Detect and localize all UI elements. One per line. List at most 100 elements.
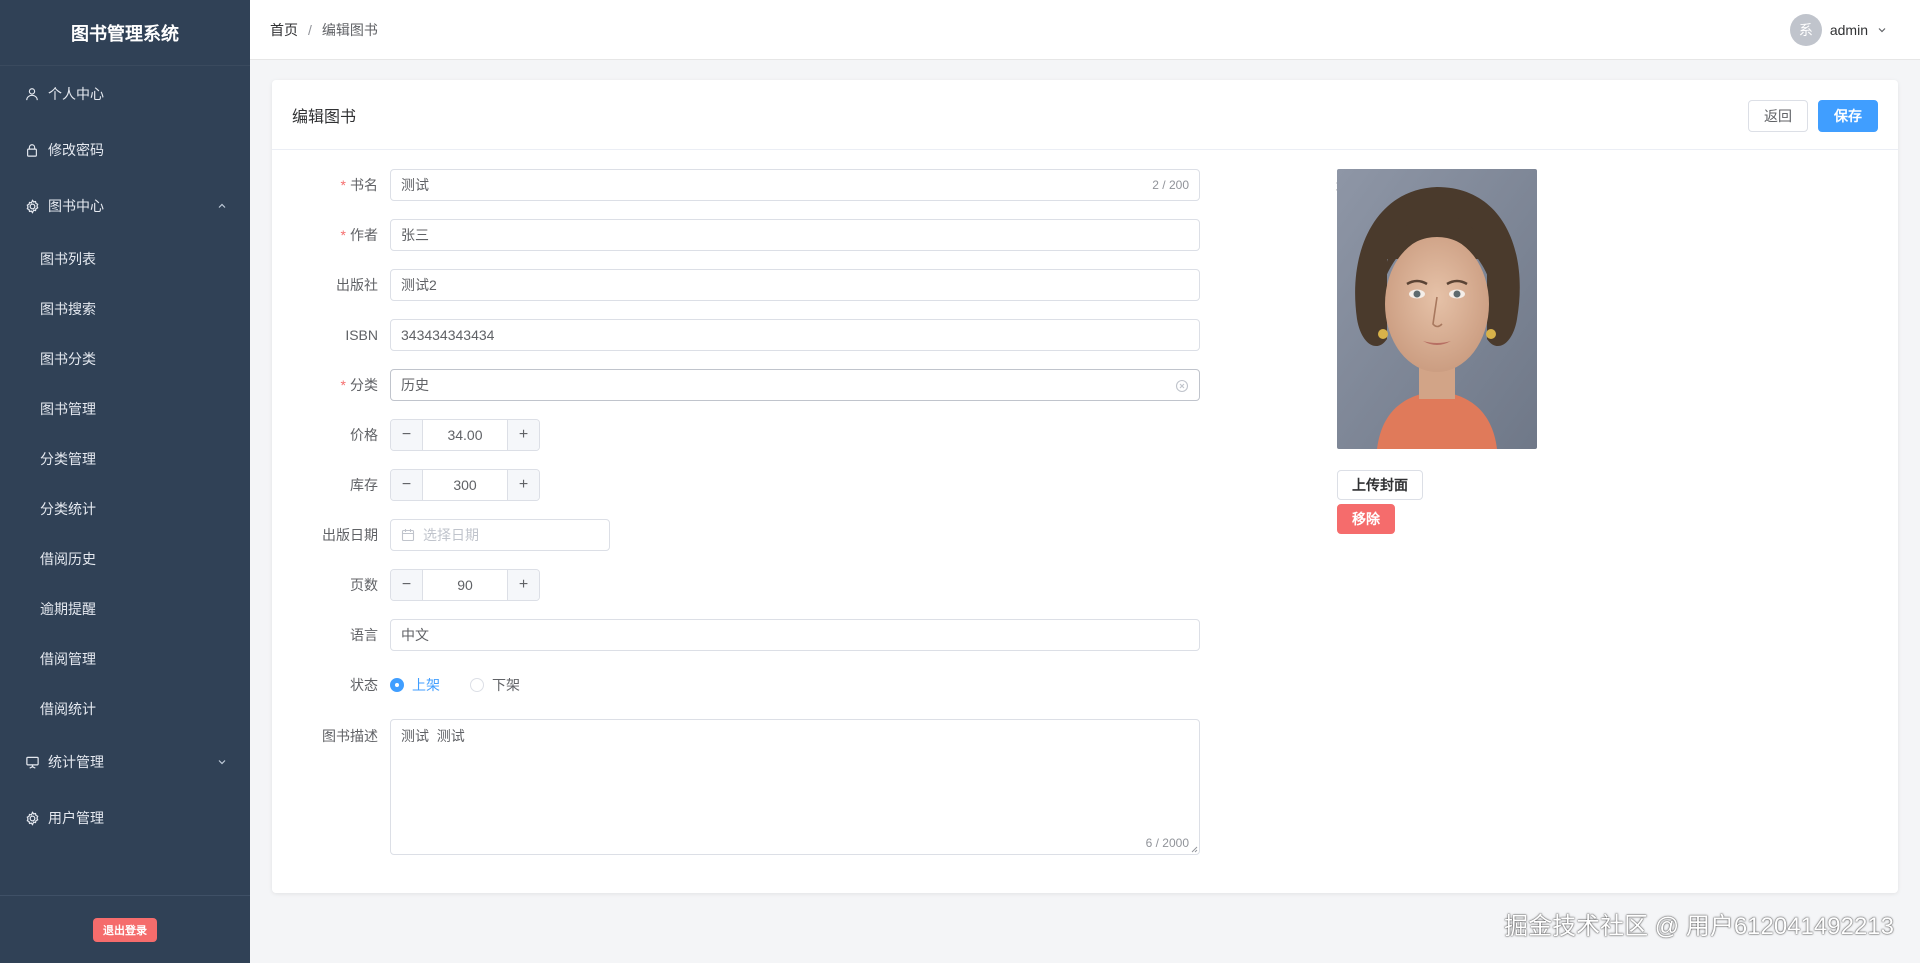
app-title: 图书管理系统 <box>0 0 250 66</box>
avatar: 系 <box>1789 14 1822 46</box>
decrement-button[interactable]: − <box>391 570 423 600</box>
form-row-author: * 作者 张三 <box>272 219 1200 251</box>
language-label: 语言 <box>350 627 378 643</box>
isbn-value: 343434343434 <box>401 327 495 343</box>
price-value[interactable]: 34.00 <box>423 420 507 450</box>
sidebar-item-label: 个人中心 <box>48 86 104 102</box>
sidebar-item-borrow-stats[interactable]: 借阅统计 <box>0 684 250 734</box>
sidebar-menu: 个人中心 修改密码 图书中心 图书列表 图书搜索 图书分类 图书管理 分类管理 … <box>0 66 250 846</box>
sidebar-item-change-password[interactable]: 修改密码 <box>0 122 250 178</box>
upload-cover-button[interactable]: 上传封面 <box>1337 470 1423 500</box>
status-label: 状态 <box>350 677 378 693</box>
description-value: 测试 测试 <box>401 728 465 744</box>
chevron-down-icon <box>218 760 226 765</box>
isbn-input[interactable]: 343434343434 <box>390 319 1200 351</box>
stock-value[interactable]: 300 <box>423 470 507 500</box>
pubdate-placeholder: 选择日期 <box>423 527 479 543</box>
sidebar-item-book-center[interactable]: 图书中心 <box>0 178 250 234</box>
decrement-button[interactable]: − <box>391 420 423 450</box>
title-input[interactable]: 测试 2 / 200 <box>390 169 1200 201</box>
language-input[interactable]: 中文 <box>390 619 1200 651</box>
user-menu[interactable]: 系 admin <box>1789 14 1888 46</box>
publisher-value: 测试2 <box>401 277 437 293</box>
sidebar-item-category-manage[interactable]: 分类管理 <box>0 434 250 484</box>
author-value: 张三 <box>401 227 429 243</box>
category-select[interactable]: 历史 <box>390 369 1200 401</box>
sidebar-item-user-manage[interactable]: 用户管理 <box>0 790 250 846</box>
required-mark: * <box>340 177 346 193</box>
logout-button[interactable]: 退出登录 <box>93 917 157 942</box>
required-mark: * <box>340 227 346 243</box>
increment-button[interactable]: + <box>507 470 539 500</box>
radio-label: 上架 <box>412 677 440 693</box>
status-radio-off-shelf[interactable]: 下架 <box>470 675 520 695</box>
calendar-icon <box>401 529 415 542</box>
form-row-category: * 分类 历史 <box>272 369 1200 401</box>
sidebar-item-category-stats[interactable]: 分类统计 <box>0 484 250 534</box>
price-stepper: − 34.00 + <box>390 419 540 451</box>
sidebar-item-book-category[interactable]: 图书分类 <box>0 334 250 384</box>
chevron-down-icon <box>1878 28 1886 33</box>
publisher-input[interactable]: 测试2 <box>390 269 1200 301</box>
sidebar-item-borrow-history[interactable]: 借阅历史 <box>0 534 250 584</box>
resize-handle-icon[interactable] <box>1190 845 1198 853</box>
breadcrumb-current: 编辑图书 <box>321 21 378 38</box>
category-label: * 分类 <box>340 377 378 393</box>
form-row-language: 语言 中文 <box>272 619 1200 651</box>
sidebar-item-borrow-manage[interactable]: 借阅管理 <box>0 634 250 684</box>
status-radio-on-shelf[interactable]: 上架 <box>390 675 440 695</box>
radio-dot <box>390 678 404 692</box>
form-row-description: 图书描述 测试 测试 6 / 2000 <box>272 719 1200 855</box>
form-row-title: * 书名 测试 2 / 200 <box>272 169 1200 201</box>
sidebar-item-profile[interactable]: 个人中心 <box>0 66 250 122</box>
sidebar-item-label: 图书中心 <box>48 198 104 214</box>
increment-button[interactable]: + <box>507 420 539 450</box>
page-title: 编辑图书 <box>292 108 357 126</box>
gear-icon <box>24 810 40 826</box>
save-button[interactable]: 保存 <box>1818 100 1878 132</box>
radio-label: 下架 <box>492 677 520 693</box>
sidebar-item-label: 统计管理 <box>48 754 104 770</box>
description-textarea[interactable]: 测试 测试 6 / 2000 <box>390 719 1200 855</box>
required-mark: * <box>340 377 346 393</box>
user-icon <box>24 86 40 102</box>
breadcrumb-separator: / <box>308 21 312 38</box>
decrement-button[interactable]: − <box>391 470 423 500</box>
pubdate-label: 出版日期 <box>322 527 378 543</box>
author-input[interactable]: 张三 <box>390 219 1200 251</box>
form-row-stock: 库存 − 300 + <box>272 469 540 501</box>
description-label: 图书描述 <box>322 728 378 744</box>
radio-dot <box>470 678 484 692</box>
sidebar: 图书管理系统 个人中心 修改密码 图书中心 图书列表 图书搜索 图书分类 图书管… <box>0 0 250 963</box>
header-actions: 返回 保存 <box>1748 100 1878 132</box>
username: admin <box>1829 22 1868 38</box>
cover-image <box>1337 169 1537 449</box>
sidebar-item-book-manage[interactable]: 图书管理 <box>0 384 250 434</box>
sidebar-item-book-search[interactable]: 图书搜索 <box>0 284 250 334</box>
sidebar-item-book-list[interactable]: 图书列表 <box>0 234 250 284</box>
breadcrumb-home[interactable]: 首页 <box>270 20 298 40</box>
stock-stepper: − 300 + <box>390 469 540 501</box>
pages-value[interactable]: 90 <box>423 570 507 600</box>
category-value: 历史 <box>401 377 429 393</box>
back-button[interactable]: 返回 <box>1748 100 1808 132</box>
form-row-price: 价格 − 34.00 + <box>272 419 540 451</box>
sidebar-footer: 退出登录 <box>0 895 250 963</box>
increment-button[interactable]: + <box>507 570 539 600</box>
price-label: 价格 <box>350 427 378 443</box>
form-row-publisher: 出版社 测试2 <box>272 269 1200 301</box>
presentation-icon <box>24 754 40 770</box>
form-row-status: 状态 上架 下架 <box>272 669 550 701</box>
portrait-image <box>1337 169 1537 449</box>
description-char-count: 6 / 2000 <box>1145 836 1189 850</box>
sidebar-item-statistics[interactable]: 统计管理 <box>0 734 250 790</box>
pubdate-picker[interactable]: 选择日期 <box>390 519 610 551</box>
publisher-label: 出版社 <box>336 277 378 293</box>
card-header: 编辑图书 返回 保存 <box>272 80 1898 150</box>
title-label: * 书名 <box>340 177 378 193</box>
sidebar-item-overdue-reminder[interactable]: 逾期提醒 <box>0 584 250 634</box>
remove-cover-button[interactable]: 移除 <box>1337 504 1395 534</box>
clear-icon[interactable] <box>1175 379 1189 393</box>
chevron-up-icon <box>218 203 226 208</box>
author-label: * 作者 <box>340 227 378 243</box>
